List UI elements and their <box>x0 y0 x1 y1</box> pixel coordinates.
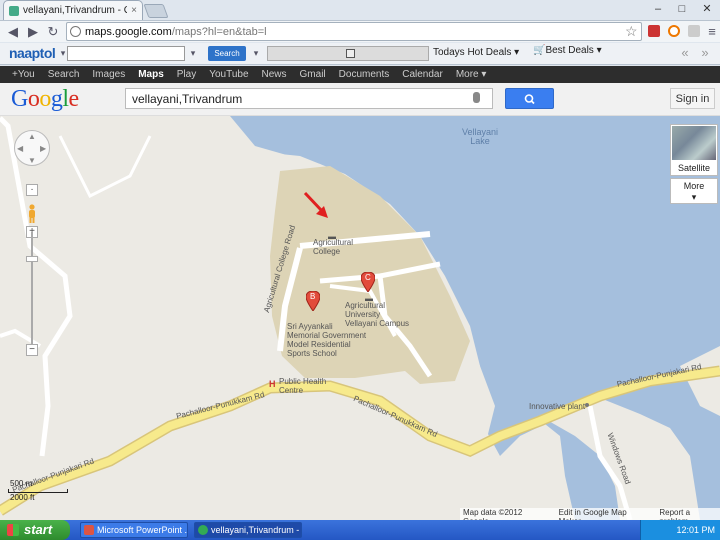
maps-search-input[interactable] <box>125 88 493 109</box>
windows-taskbar: start Microsoft PowerPoint ... vellayani… <box>0 520 720 540</box>
zoom-slider-track[interactable] <box>31 232 33 352</box>
powerpoint-icon <box>84 525 94 535</box>
satellite-thumbnail <box>672 126 716 160</box>
chrome-icon <box>198 525 208 535</box>
google-logo[interactable]: Google <box>11 86 79 113</box>
toolbar-search-input[interactable] <box>67 46 185 61</box>
url-path: /maps?hl=en&tab=l <box>171 25 267 38</box>
browser-tab[interactable]: vellayani,Trivandrum - Google × <box>3 0 143 20</box>
pegman-icon[interactable] <box>27 204 37 224</box>
taskbar-item-powerpoint[interactable]: Microsoft PowerPoint ... <box>80 522 188 538</box>
chevron-up-icon[interactable]: ▲ <box>28 132 36 141</box>
search-button[interactable] <box>505 88 554 109</box>
tab-close-icon[interactable]: × <box>131 5 137 16</box>
more-layers-button[interactable]: More ▾ <box>670 178 718 204</box>
globe-icon <box>70 26 81 37</box>
place-label[interactable]: Public Health Centre <box>279 377 326 395</box>
gbar-item-maps[interactable]: Maps <box>138 69 164 80</box>
best-deals-menu[interactable]: 🛒Best Deals ▾ <box>533 45 602 56</box>
back-arrow-icon[interactable]: ◀ <box>4 23 22 41</box>
lake-label: Vellayani Lake <box>462 127 499 146</box>
chevron-down-icon[interactable]: ▼ <box>28 156 36 165</box>
gbar-item-images[interactable]: Images <box>92 69 125 80</box>
chevron-left-icon[interactable]: ◀ <box>17 144 23 153</box>
system-tray: 12:01 PM <box>640 520 720 540</box>
map-data-credit[interactable]: Map data ©2012 Google <box>463 508 549 520</box>
scale-bar <box>8 489 68 493</box>
gbar-item-more[interactable]: More ▾ <box>456 69 487 80</box>
map-canvas[interactable]: Vellayani Lake Agricultural College Agri… <box>0 116 720 520</box>
gbar-item-gmail[interactable]: Gmail <box>300 69 326 80</box>
url-host: maps.google.com <box>85 25 172 38</box>
gbar-item-documents[interactable]: Documents <box>339 69 390 80</box>
map-marker-c[interactable]: C <box>361 272 375 292</box>
microphone-icon[interactable] <box>473 92 480 103</box>
best-deals-label: Best Deals ▾ <box>545 45 602 56</box>
toolbar-prev-icon[interactable]: « <box>676 44 694 62</box>
naaptol-logo: naaptol <box>9 45 56 61</box>
windows-logo-icon <box>7 524 19 536</box>
taskbar-item-chrome[interactable]: vellayani,Trivandrum - ... <box>194 522 302 538</box>
zoom-out-button[interactable]: − <box>26 344 38 356</box>
satellite-label: Satellite <box>677 163 711 173</box>
zoom-slider-handle[interactable] <box>26 256 38 262</box>
toolbar-search-button[interactable]: Search <box>208 46 246 61</box>
todays-hot-deals-menu[interactable]: Todays Hot Deals ▾ <box>433 47 519 58</box>
toolbar-next-icon[interactable]: » <box>696 44 714 62</box>
report-problem-link[interactable]: Report a problem <box>659 508 720 520</box>
school-icon[interactable]: ▬ <box>328 232 336 241</box>
maximize-button[interactable]: □ <box>672 2 692 16</box>
start-button[interactable]: start <box>0 520 70 540</box>
place-label[interactable]: Innovative plant <box>529 402 585 411</box>
close-window-button[interactable]: ✕ <box>697 2 717 16</box>
address-row: ◀ ▶ ↻ maps.google.com/maps?hl=en&tab=l ☆… <box>0 20 720 42</box>
cart-icon: 🛒 <box>533 45 546 56</box>
map-maker-link[interactable]: Edit in Google Map Maker <box>559 508 650 520</box>
browser-chrome: vellayani,Trivandrum - Google × – □ ✕ ◀ … <box>0 0 720 66</box>
extension-icon[interactable] <box>668 25 680 37</box>
satellite-view-button[interactable]: Satellite <box>670 124 718 176</box>
extension-icon[interactable] <box>688 25 700 37</box>
minimize-button[interactable]: – <box>648 2 668 16</box>
place-label[interactable]: Sri Ayyankali Memorial Government Model … <box>287 322 366 358</box>
zoom-marker-icon[interactable]: · <box>26 184 38 196</box>
dropdown-arrow-icon[interactable]: ▾ <box>184 44 202 62</box>
toolbar-ticker-box[interactable] <box>267 46 429 61</box>
gbar-item-search[interactable]: Search <box>48 69 80 80</box>
gbar-item-youtube[interactable]: YouTube <box>209 69 248 80</box>
reload-icon[interactable]: ↻ <box>44 23 62 41</box>
map-footer: Map data ©2012 Google Edit in Google Map… <box>460 508 720 520</box>
dropdown-arrow-icon[interactable]: ▾ <box>247 44 265 62</box>
pan-control[interactable]: ▲ ▼ ◀ ▶ <box>14 130 50 166</box>
place-dot-icon[interactable] <box>585 403 589 407</box>
gbar-item-news[interactable]: News <box>262 69 287 80</box>
clock[interactable]: 12:01 PM <box>676 525 715 535</box>
forward-arrow-icon[interactable]: ▶ <box>24 23 42 41</box>
gbar-item-you[interactable]: +You <box>12 69 35 80</box>
map-marker-b[interactable]: B <box>306 291 320 311</box>
ad-icon <box>346 49 355 58</box>
chevron-right-icon[interactable]: ▶ <box>40 144 46 153</box>
task-label: vellayani,Trivandrum - ... <box>211 525 302 535</box>
start-label: start <box>24 522 53 537</box>
maps-favicon-icon <box>9 5 19 16</box>
tab-title: vellayani,Trivandrum - Google <box>23 5 127 16</box>
scale-imperial: 2000 ft <box>10 493 35 502</box>
gbar-item-play[interactable]: Play <box>177 69 196 80</box>
new-tab-button[interactable] <box>143 4 169 18</box>
search-icon <box>524 94 535 105</box>
bookmark-star-icon[interactable]: ☆ <box>625 23 638 40</box>
task-label: Microsoft PowerPoint ... <box>97 525 188 535</box>
search-header: Google Sign in <box>0 83 720 116</box>
gbar-item-calendar[interactable]: Calendar <box>402 69 443 80</box>
address-bar[interactable]: maps.google.com/maps?hl=en&tab=l <box>66 22 642 41</box>
hospital-icon[interactable]: H <box>269 379 276 389</box>
wrench-menu-icon[interactable]: ≡ <box>703 23 720 41</box>
google-bar: +You Search Images Maps Play YouTube New… <box>0 66 720 83</box>
scale-metric: 500 m <box>10 479 33 488</box>
naaptol-toolbar: naaptol ▾ ▾ Search ▾ Todays Hot Deals ▾ … <box>0 43 720 65</box>
sign-in-button[interactable]: Sign in <box>670 88 715 109</box>
extension-icon[interactable] <box>648 25 660 37</box>
school-icon[interactable]: ▬ <box>365 294 373 303</box>
